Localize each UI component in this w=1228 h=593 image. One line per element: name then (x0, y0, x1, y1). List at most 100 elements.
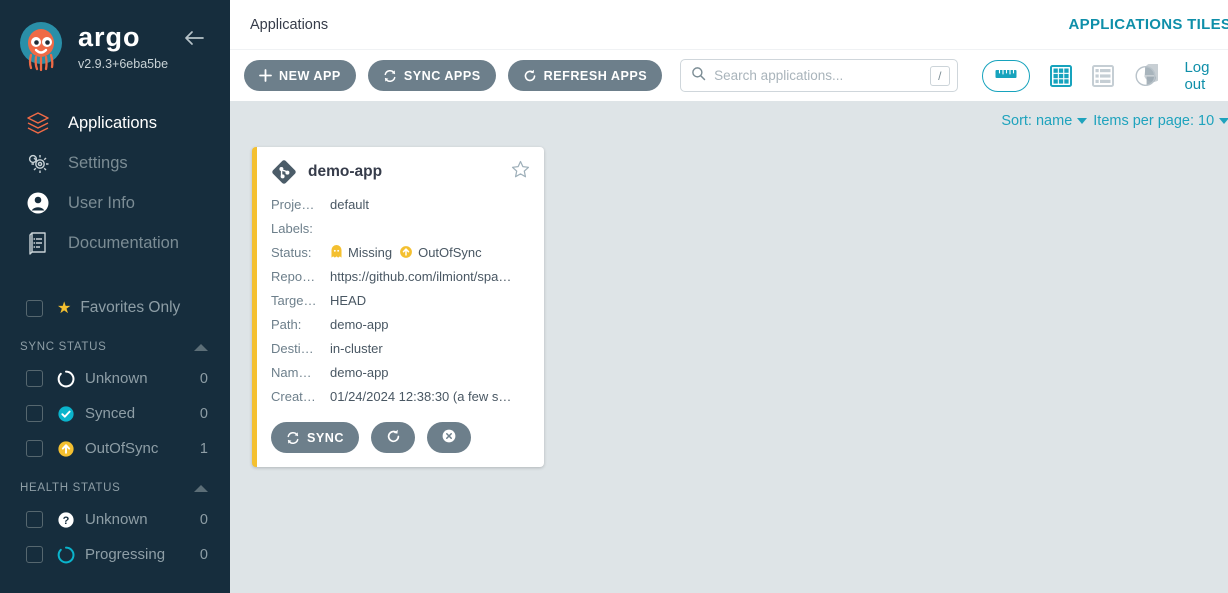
field-value: Missing OutOfSync (330, 245, 530, 260)
field-value: https://github.com/ilmiont/spa… (330, 269, 530, 284)
chevron-down-icon (1219, 118, 1228, 124)
card-field-namespace: Nam… demo-app (271, 360, 530, 384)
arrow-left-icon[interactable] (182, 29, 206, 53)
filter-label: Synced (85, 405, 200, 422)
section-header-health-status[interactable]: HEALTH STATUS (0, 466, 230, 502)
sidebar-item-settings[interactable]: Settings (0, 143, 230, 183)
search-input[interactable] (714, 68, 930, 83)
book-icon (22, 227, 54, 259)
section-title: HEALTH STATUS (20, 482, 120, 494)
health-status-label: Missing (348, 245, 392, 260)
layers-icon (22, 107, 54, 139)
filter-count: 0 (200, 371, 208, 387)
sync-status-label: OutOfSync (418, 245, 482, 260)
filter-sync-unknown[interactable]: Unknown 0 (0, 361, 230, 396)
argocd-app: argo v2.9.3+6eba5be (0, 0, 1228, 593)
favorites-label: Favorites Only (80, 299, 180, 317)
synced-check-icon (57, 405, 75, 423)
filter-checkbox[interactable] (26, 511, 43, 528)
card-field-created-at: Creat… 01/24/2024 12:38:30 (a few s… (271, 384, 530, 408)
list-view-icon[interactable] (1092, 65, 1114, 87)
git-diamond-icon (271, 159, 297, 185)
progressing-icon (57, 546, 75, 564)
card-delete-button[interactable] (427, 422, 471, 453)
filter-count: 0 (200, 512, 208, 528)
card-header: demo-app (271, 159, 530, 185)
favorites-checkbox[interactable] (26, 300, 43, 317)
card-actions: SYNC (271, 422, 530, 453)
caret-up-icon[interactable] (194, 344, 208, 351)
out-of-sync-arrow-icon (57, 440, 75, 458)
field-key: Nam… (271, 365, 330, 380)
brand-version: v2.9.3+6eba5be (78, 57, 168, 71)
filter-checkbox[interactable] (26, 546, 43, 563)
sidebar-item-user-info[interactable]: User Info (0, 183, 230, 223)
card-sync-label: SYNC (307, 431, 344, 445)
brand-text: argo v2.9.3+6eba5be (78, 24, 168, 71)
main-area: Applications APPLICATIONS TILES NEW APP (230, 0, 1228, 593)
page-title: APPLICATIONS TILES (1069, 16, 1228, 33)
grid-tiles-icon[interactable] (1050, 65, 1072, 87)
filter-sync-outofsync[interactable]: OutOfSync 1 (0, 431, 230, 466)
field-key: Path: (271, 317, 330, 332)
sync-apps-label: SYNC APPS (404, 69, 481, 83)
application-card[interactable]: demo-app Proje… default Labels: (252, 147, 544, 467)
filter-sync-synced[interactable]: Synced 0 (0, 396, 230, 431)
refresh-icon (523, 69, 537, 83)
argo-octopus-icon (14, 20, 70, 76)
caret-up-icon[interactable] (194, 485, 208, 492)
refresh-apps-label: REFRESH APPS (544, 69, 648, 83)
new-app-label: NEW APP (279, 69, 341, 83)
filter-checkbox[interactable] (26, 440, 43, 457)
logout-button[interactable]: Log out (1184, 59, 1228, 93)
sidebar-nav: Applications Settings (0, 95, 230, 263)
pie-chart-icon[interactable] (1134, 64, 1158, 88)
brand-name: argo (78, 24, 168, 51)
star-icon: ★ (57, 298, 71, 318)
new-app-button[interactable]: NEW APP (244, 60, 356, 91)
items-per-page-dropdown[interactable]: Items per page: 10 (1093, 113, 1228, 129)
sidebar-item-applications[interactable]: Applications (0, 103, 230, 143)
out-of-sync-arrow-icon (399, 245, 413, 259)
field-key: Desti… (271, 341, 330, 356)
filter-health-unknown[interactable]: ? Unknown 0 (0, 502, 230, 537)
sort-bar: Sort: name Items per page: 10 (230, 101, 1228, 141)
field-key: Targe… (271, 293, 330, 308)
ghost-missing-icon (330, 245, 343, 259)
sync-icon (286, 431, 300, 445)
keyboard-shortcuts-button[interactable] (982, 60, 1031, 92)
card-field-path: Path: demo-app (271, 312, 530, 336)
filter-health-progressing[interactable]: Progressing 0 (0, 537, 230, 572)
status-badge-health: Missing (330, 245, 392, 260)
gear-icon (22, 147, 54, 179)
field-key: Labels: (271, 221, 330, 236)
field-value: 01/24/2024 12:38:30 (a few s… (330, 389, 530, 404)
plus-icon (259, 69, 272, 82)
section-title: SYNC STATUS (20, 341, 107, 353)
ruler-icon (995, 67, 1017, 85)
breadcrumb[interactable]: Applications (250, 17, 328, 33)
card-sync-button[interactable]: SYNC (271, 422, 359, 453)
card-refresh-button[interactable] (371, 422, 415, 453)
field-key: Status: (271, 245, 330, 260)
filter-count: 0 (200, 406, 208, 422)
filter-checkbox[interactable] (26, 405, 43, 422)
section-header-sync-status[interactable]: SYNC STATUS (0, 325, 230, 361)
sync-unknown-icon (57, 370, 75, 388)
card-field-destination: Desti… in-cluster (271, 336, 530, 360)
refresh-apps-button[interactable]: REFRESH APPS (508, 60, 663, 91)
top-header: Applications APPLICATIONS TILES (230, 0, 1228, 49)
field-value: HEAD (330, 293, 530, 308)
field-value: default (330, 197, 530, 212)
filter-checkbox[interactable] (26, 370, 43, 387)
sidebar-item-documentation[interactable]: Documentation (0, 223, 230, 263)
filter-favorites-only[interactable]: ★ Favorites Only (0, 291, 230, 325)
brand-header: argo v2.9.3+6eba5be (0, 0, 230, 95)
sync-apps-button[interactable]: SYNC APPS (368, 60, 496, 91)
sidebar-item-label: Applications (68, 114, 157, 133)
search-box[interactable]: / (680, 59, 958, 92)
sort-dropdown[interactable]: Sort: name (1001, 113, 1087, 129)
field-value: demo-app (330, 365, 530, 380)
svg-text:?: ? (63, 515, 70, 527)
star-outline-icon[interactable] (511, 160, 530, 184)
